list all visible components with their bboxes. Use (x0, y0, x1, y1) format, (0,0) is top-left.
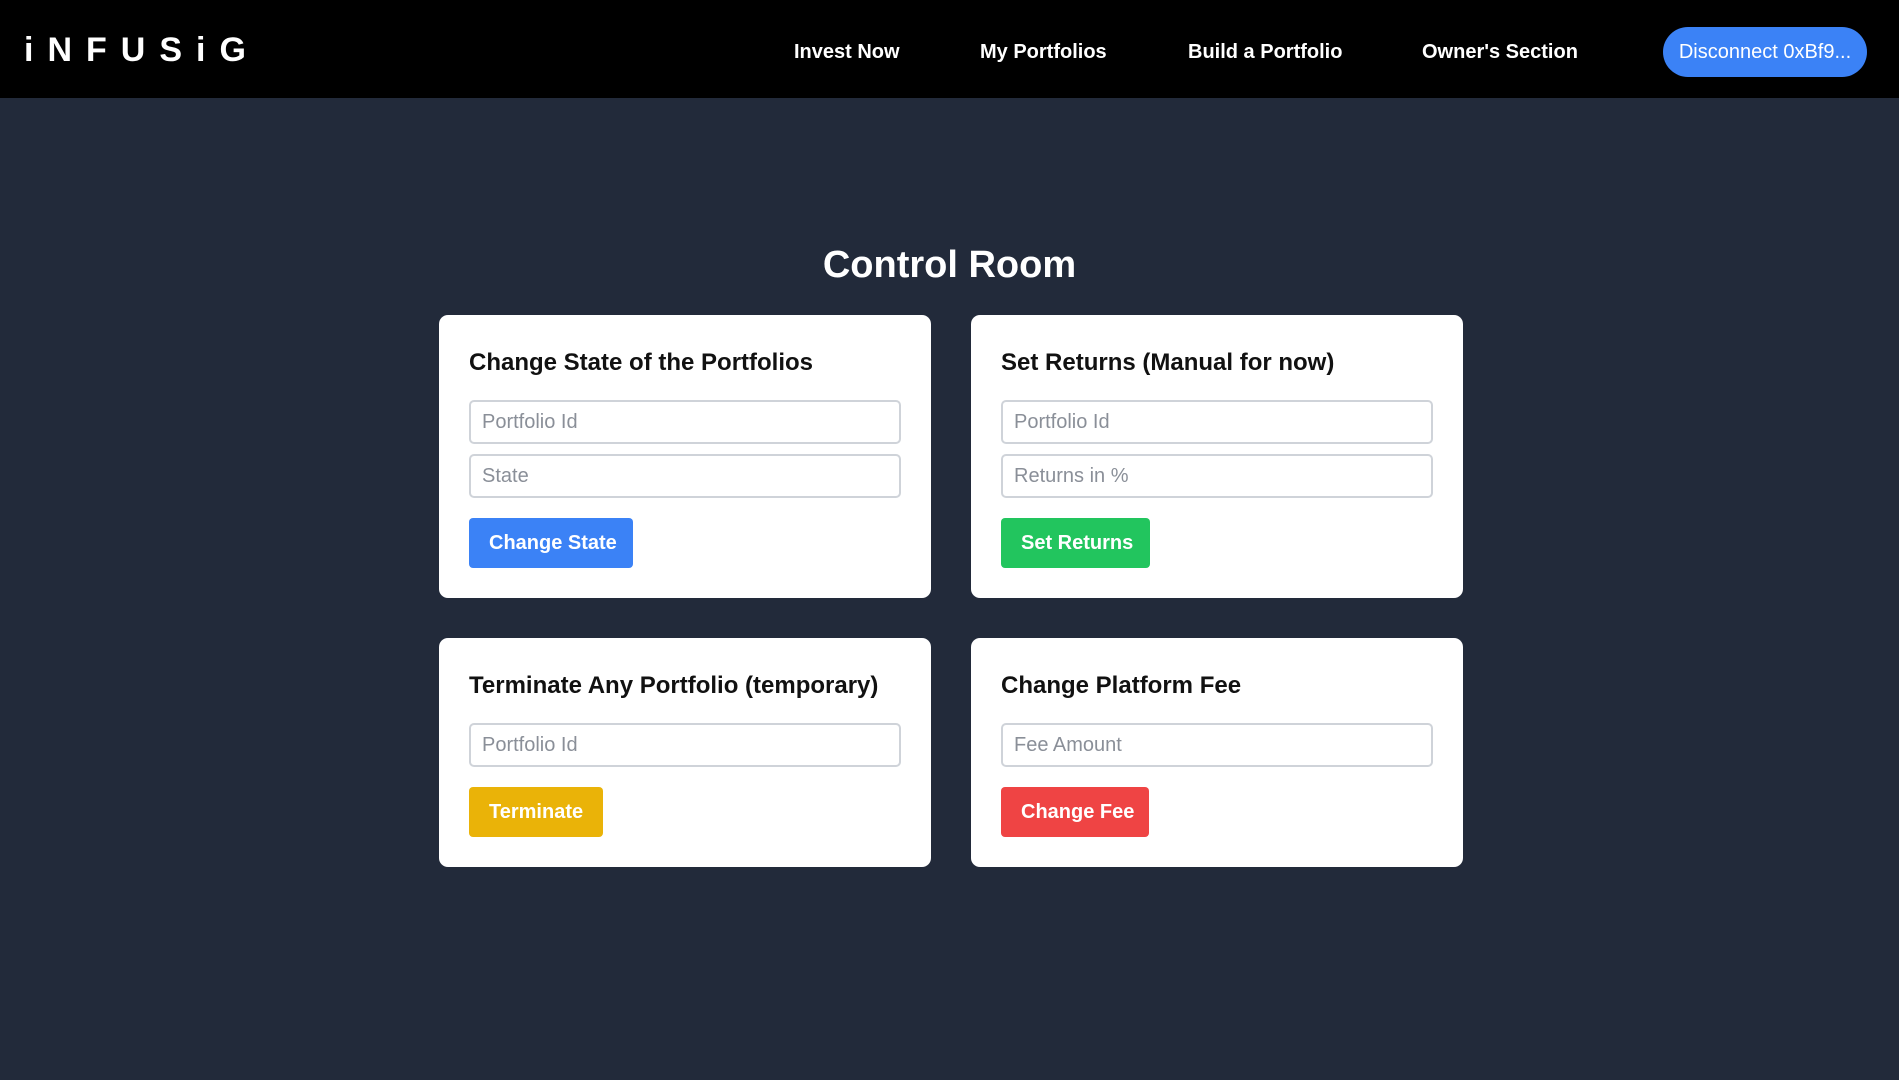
returns-percent-input[interactable] (1001, 454, 1433, 498)
card-title: Set Returns (Manual for now) (1001, 349, 1335, 376)
card-title: Terminate Any Portfolio (temporary) (469, 672, 879, 699)
nav-link-invest-now[interactable]: Invest Now (794, 39, 900, 65)
state-input[interactable] (469, 454, 901, 498)
terminate-button[interactable]: Terminate (469, 787, 603, 837)
top-navbar: iNFUSiG Invest Now My Portfolios Build a… (0, 0, 1899, 98)
disconnect-wallet-button[interactable]: Disconnect 0xBf9... (1663, 27, 1867, 77)
change-state-card: Change State of the Portfolios Change St… (439, 315, 931, 598)
card-title: Change State of the Portfolios (469, 349, 814, 376)
change-state-button[interactable]: Change State (469, 518, 633, 568)
change-platform-fee-card: Change Platform Fee Change Fee (971, 638, 1463, 867)
nav-link-owners-section[interactable]: Owner's Section (1422, 39, 1578, 65)
nav-link-build-portfolio[interactable]: Build a Portfolio (1188, 39, 1342, 65)
portfolio-id-input[interactable] (469, 400, 901, 444)
set-returns-button[interactable]: Set Returns (1001, 518, 1150, 568)
change-fee-button[interactable]: Change Fee (1001, 787, 1149, 837)
fee-amount-input[interactable] (1001, 723, 1433, 767)
page-title: Control Room (822, 244, 1077, 286)
portfolio-id-input[interactable] (469, 723, 901, 767)
terminate-portfolio-card: Terminate Any Portfolio (temporary) Term… (439, 638, 931, 867)
brand-logo[interactable]: iNFUSiG (24, 30, 260, 70)
portfolio-id-input[interactable] (1001, 400, 1433, 444)
nav-link-my-portfolios[interactable]: My Portfolios (980, 39, 1107, 65)
set-returns-card: Set Returns (Manual for now) Set Returns (971, 315, 1463, 598)
card-title: Change Platform Fee (1001, 672, 1242, 699)
